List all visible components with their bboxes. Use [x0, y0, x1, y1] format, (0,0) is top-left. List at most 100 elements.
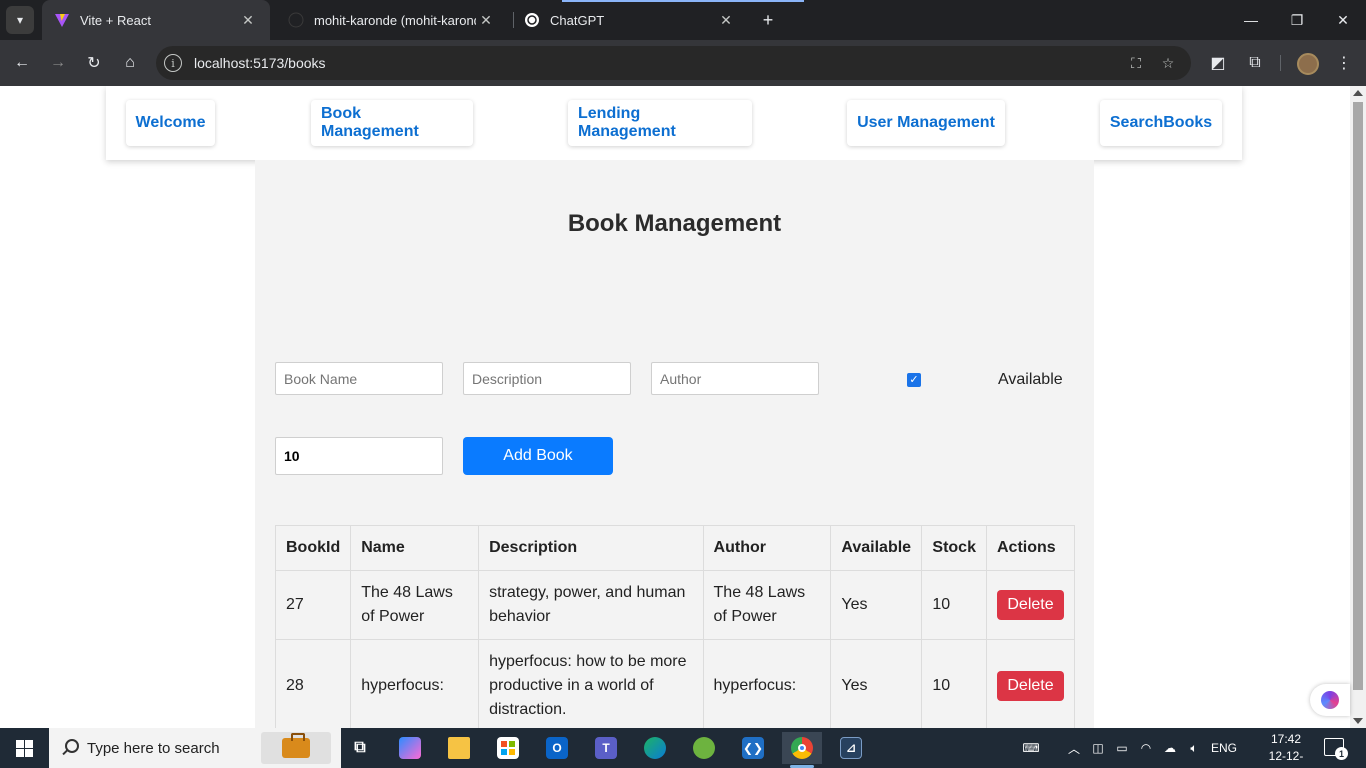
close-tab-icon[interactable]: ✕ — [476, 12, 496, 29]
description-input[interactable] — [463, 362, 631, 395]
teams-icon[interactable]: T — [586, 732, 626, 764]
address-bar[interactable]: i localhost:5173/books ⛶ ☆ — [156, 46, 1191, 80]
book-management-panel: Book Management ✓ Available Add Book Boo… — [255, 160, 1094, 728]
copilot-icon[interactable] — [1310, 684, 1350, 716]
battery-icon[interactable]: ▭ — [1112, 728, 1132, 768]
table-row: 28 hyperfocus: hyperfocus: how to be mor… — [274, 639, 1075, 728]
start-button[interactable] — [0, 728, 48, 768]
tab-title: mohit-karonde (mohit-karonde — [314, 12, 476, 28]
restore-icon[interactable]: ❐ — [1274, 0, 1320, 40]
vscode-icon[interactable]: ❮❯ — [733, 732, 773, 764]
chatgpt-icon — [524, 12, 540, 28]
header-stock: Stock — [921, 525, 987, 571]
copilot-orb — [1321, 691, 1339, 709]
profile-avatar[interactable] — [1297, 53, 1319, 75]
tab-loading-indicator — [562, 0, 804, 2]
notification-badge: 1 — [1335, 747, 1348, 760]
tab-vite-react[interactable]: Vite + React ✕ — [42, 0, 270, 40]
microsoft-store-icon[interactable] — [488, 732, 528, 764]
header-available: Available — [830, 525, 923, 571]
cell-stock: 10 — [921, 639, 987, 728]
tab-search-icon[interactable]: ▾ — [6, 6, 34, 34]
search-icon — [61, 739, 79, 757]
nav-search-books[interactable]: SearchBooks — [1100, 100, 1222, 146]
cell-description: strategy, power, and human behavior — [478, 570, 704, 640]
new-tab-icon[interactable]: + — [757, 9, 779, 31]
reload-icon[interactable]: ↻ — [82, 51, 106, 75]
minimize-icon[interactable]: — — [1228, 0, 1274, 40]
language-indicator[interactable]: ENG — [1208, 728, 1240, 768]
scroll-up-arrow-icon[interactable] — [1353, 90, 1363, 96]
taskbar-search[interactable]: Type here to search — [49, 728, 341, 768]
scroll-down-arrow-icon[interactable] — [1353, 718, 1363, 724]
volume-icon[interactable]: 🔈︎ — [1184, 728, 1204, 768]
github-icon — [288, 12, 304, 28]
bookmark-star-icon[interactable]: ☆ — [1158, 53, 1178, 73]
extensions-icon[interactable]: ⧉ — [1243, 51, 1267, 75]
available-checkbox[interactable]: ✓ — [907, 373, 921, 387]
edge-icon[interactable] — [635, 732, 675, 764]
close-window-icon[interactable]: ✕ — [1320, 0, 1366, 40]
scroll-thumb[interactable] — [1353, 102, 1363, 690]
toolbar-separator — [1280, 55, 1281, 71]
cell-author: The 48 Laws of Power — [702, 570, 832, 640]
stock-input[interactable] — [275, 437, 443, 475]
delete-button[interactable]: Delete — [997, 590, 1064, 620]
forward-icon[interactable]: → — [46, 51, 70, 75]
spring-tools-icon[interactable] — [684, 732, 724, 764]
network-icon[interactable]: ◠ — [1136, 728, 1156, 768]
add-book-button[interactable]: Add Book — [463, 437, 613, 475]
browser-tab-strip: ▾ Vite + React ✕ mohit-karonde (mohit-ka… — [0, 0, 1366, 40]
sidepanel-icon[interactable]: ◩ — [1206, 51, 1230, 75]
table-row: 27 The 48 Laws of Power strategy, power,… — [274, 570, 1075, 640]
cell-author: hyperfocus: — [702, 639, 832, 728]
show-hidden-icons-icon[interactable]: ︿ — [1064, 728, 1084, 768]
nav-user-management[interactable]: User Management — [847, 100, 1005, 146]
cell-actions: Delete — [986, 639, 1075, 728]
tab-chatgpt[interactable]: ChatGPT ✕ — [512, 0, 748, 40]
app-icon[interactable]: ⊿ — [831, 732, 871, 764]
nav-book-management[interactable]: Book Management — [311, 100, 473, 146]
clock-date: 12-12-2024 — [1268, 749, 1304, 768]
task-view-icon[interactable]: ⧉ — [340, 732, 380, 764]
url-text: localhost:5173/books — [194, 55, 326, 71]
page-scrollbar[interactable] — [1350, 86, 1366, 728]
back-icon[interactable]: ← — [10, 51, 34, 75]
browser-toolbar: ← → ↻ ⌂ i localhost:5173/books ⛶ ☆ ◩ ⧉ ⋮ — [0, 40, 1366, 86]
header-name: Name — [350, 525, 480, 571]
nav-welcome[interactable]: Welcome — [126, 100, 215, 146]
delete-button[interactable]: Delete — [997, 671, 1064, 701]
tab-title: ChatGPT — [550, 12, 605, 28]
books-table: BookId Name Description Author Available… — [274, 525, 1075, 728]
chrome-icon[interactable] — [782, 732, 822, 768]
site-info-icon[interactable]: i — [164, 54, 182, 72]
cell-bookid: 27 — [274, 570, 352, 640]
file-explorer-icon[interactable] — [439, 732, 479, 764]
header-actions: Actions — [986, 525, 1075, 571]
webcam-icon[interactable]: ◫ — [1088, 728, 1108, 768]
onedrive-icon[interactable]: ☁ — [1160, 728, 1180, 768]
table-header-row: BookId Name Description Author Available… — [274, 525, 1075, 571]
search-highlight-icon[interactable] — [261, 732, 331, 764]
header-description: Description — [478, 525, 704, 571]
tab-github[interactable]: mohit-karonde (mohit-karonde ✕ — [276, 0, 508, 40]
close-tab-icon[interactable]: ✕ — [716, 12, 736, 29]
cell-name: The 48 Laws of Power — [350, 570, 480, 640]
keyboard-icon[interactable]: ⌨ — [1016, 728, 1046, 768]
cell-name: hyperfocus: — [350, 639, 480, 728]
author-input[interactable] — [651, 362, 819, 395]
cell-bookid: 28 — [274, 639, 352, 728]
book-name-input[interactable] — [275, 362, 443, 395]
nav-lending-management[interactable]: Lending Management — [568, 100, 752, 146]
close-tab-icon[interactable]: ✕ — [238, 12, 258, 29]
available-label: Available — [998, 371, 1063, 388]
home-icon[interactable]: ⌂ — [118, 51, 142, 75]
copilot-taskbar-icon[interactable] — [390, 732, 430, 764]
menu-icon[interactable]: ⋮ — [1332, 51, 1356, 75]
navbar: Welcome Book Management Lending Manageme… — [106, 86, 1242, 160]
translate-icon[interactable]: ⛶ — [1126, 53, 1146, 73]
taskbar-clock[interactable]: 17:42 12-12-2024 — [1256, 731, 1316, 768]
outlook-icon[interactable]: O — [537, 732, 577, 764]
cell-available: Yes — [830, 570, 923, 640]
tab-title: Vite + React — [80, 12, 151, 28]
